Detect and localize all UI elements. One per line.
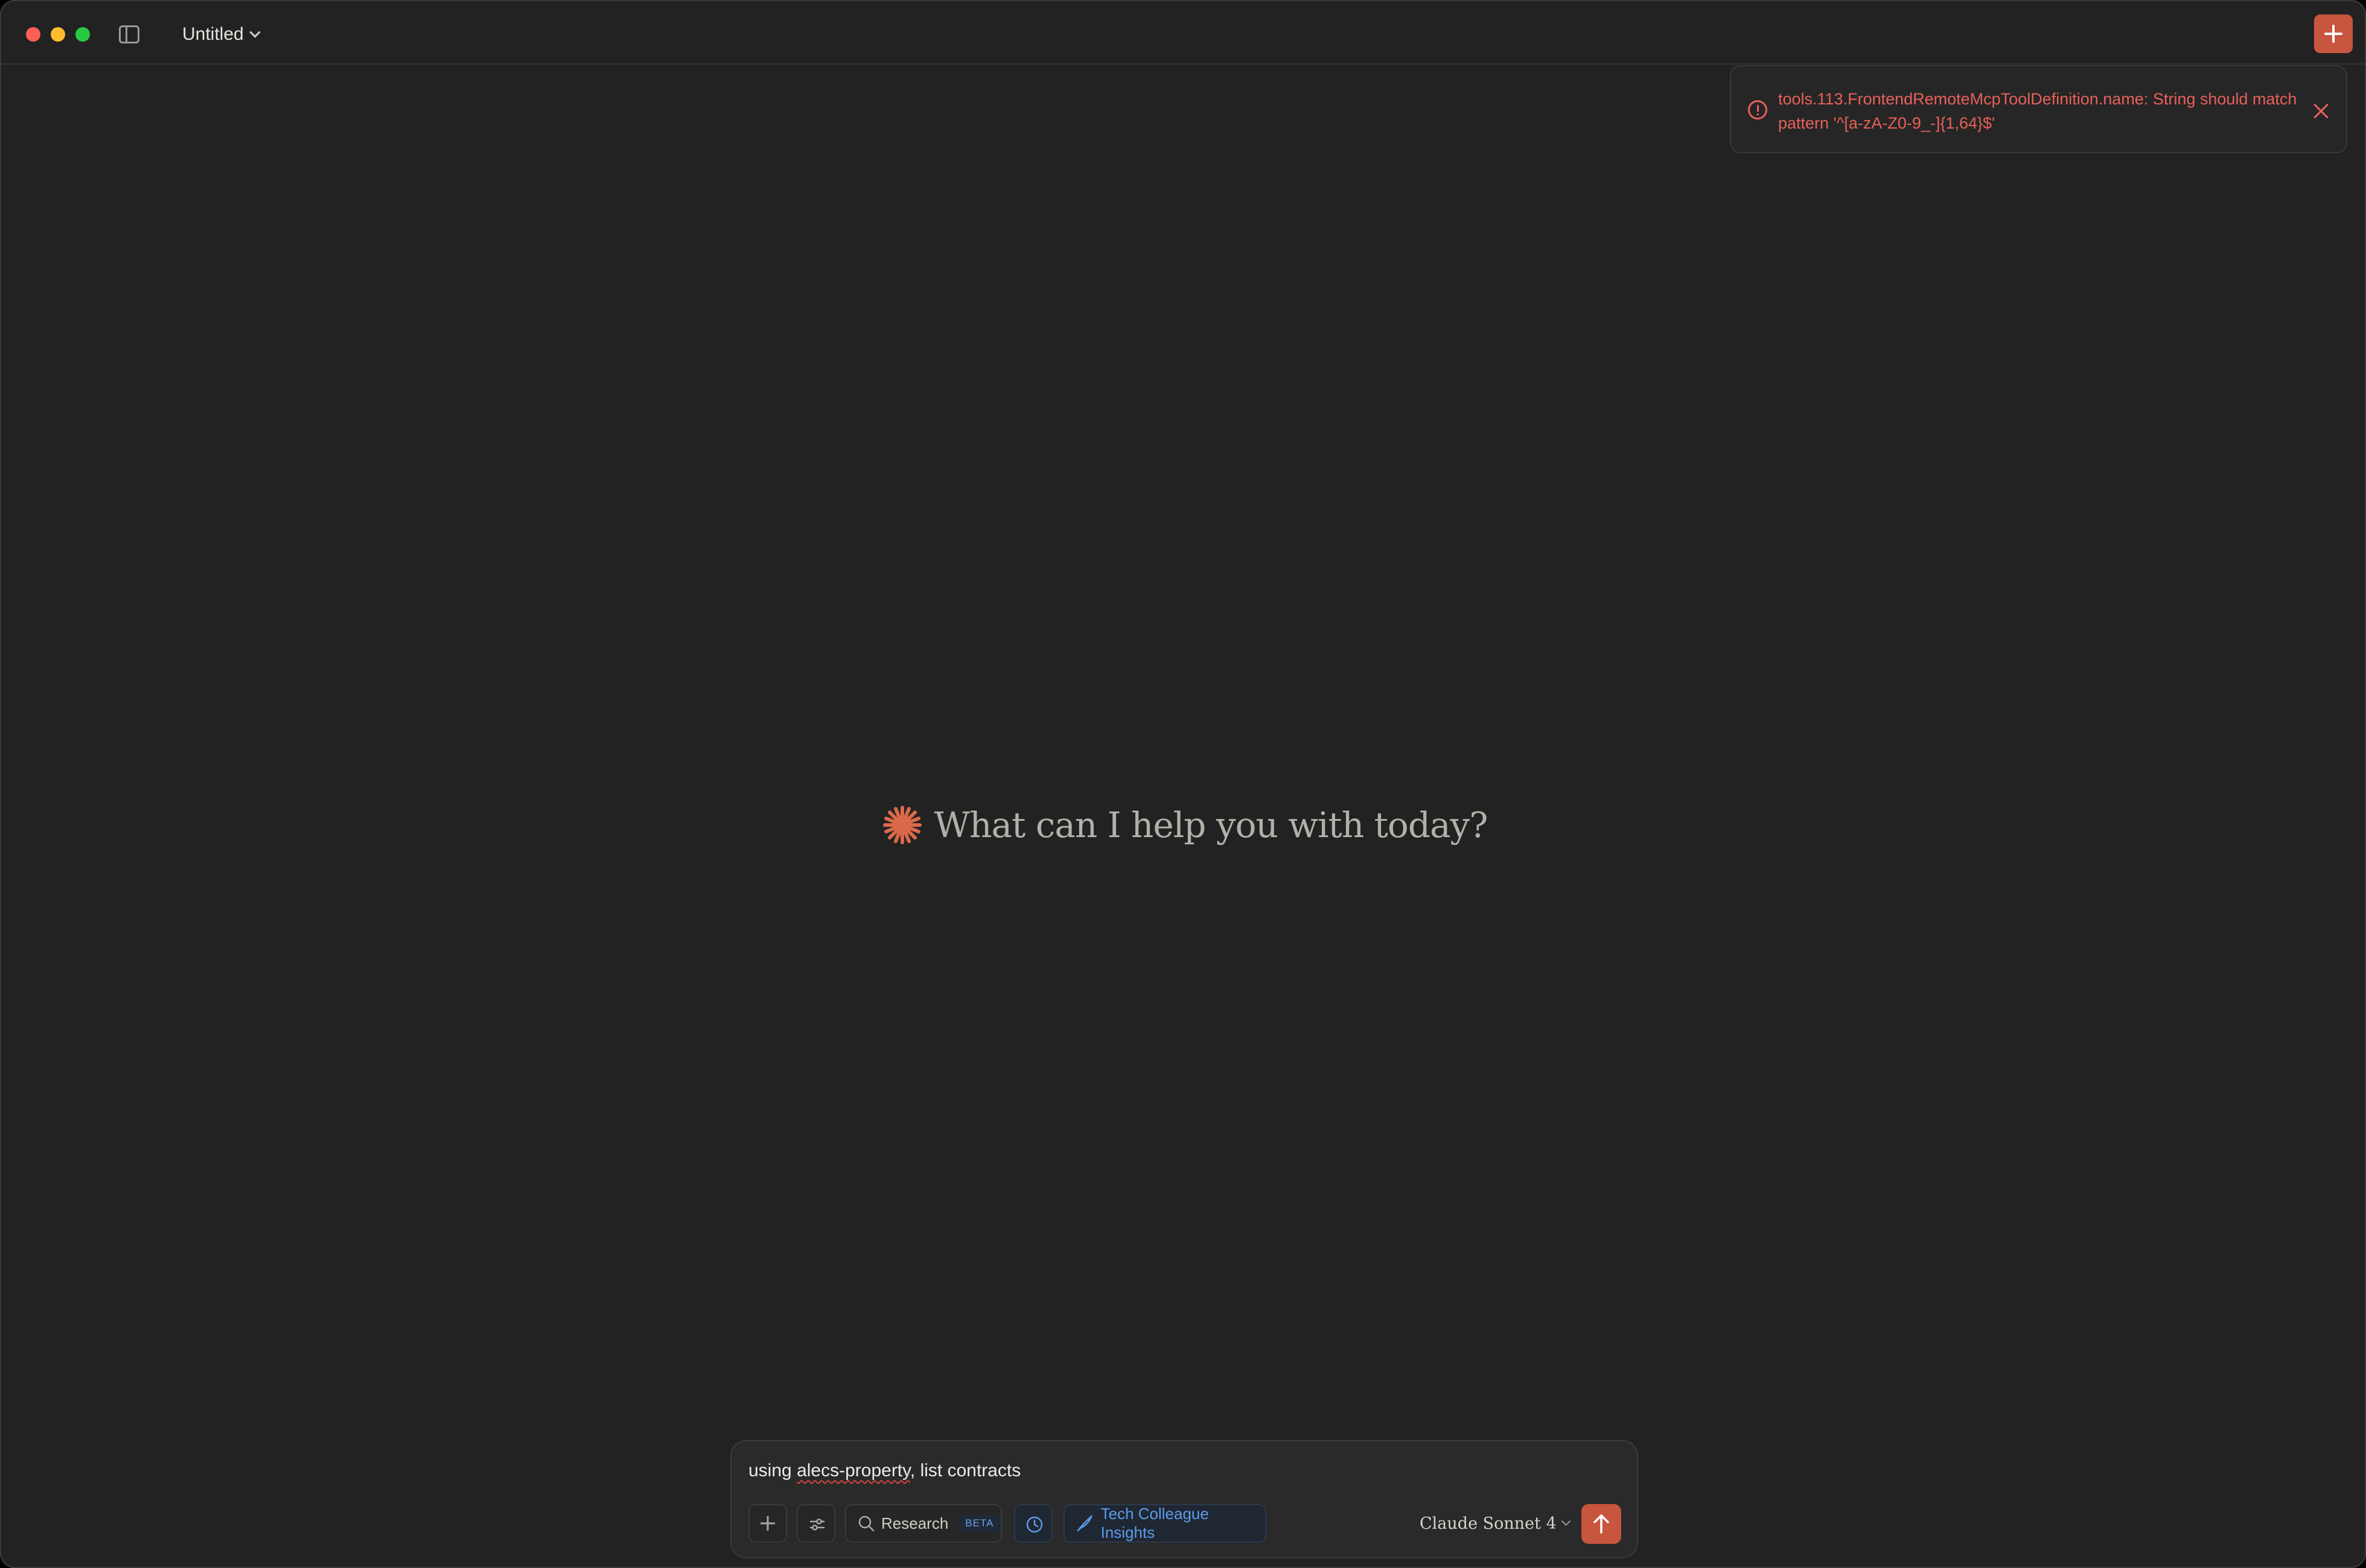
send-button[interactable] bbox=[1581, 1504, 1621, 1544]
input-prefix: using bbox=[748, 1461, 797, 1480]
add-attachment-button[interactable] bbox=[748, 1504, 787, 1543]
chevron-down-icon bbox=[249, 26, 261, 38]
style-selector-button[interactable]: Tech Colleague Insights bbox=[1063, 1504, 1266, 1543]
chat-title-dropdown[interactable]: Untitled bbox=[182, 22, 261, 47]
welcome-heading: What can I help you with today? bbox=[1, 804, 2365, 846]
sidebar-toggle-icon[interactable] bbox=[119, 25, 139, 43]
beta-badge: BETA bbox=[959, 1515, 1000, 1532]
chevron-down-icon bbox=[1561, 1516, 1571, 1526]
minimize-window-button[interactable] bbox=[51, 27, 65, 42]
sliders-icon bbox=[809, 1519, 825, 1531]
research-label: Research bbox=[881, 1514, 949, 1532]
alert-circle-icon bbox=[1748, 100, 1767, 120]
input-misspelled-word: alecs-property bbox=[797, 1461, 910, 1480]
message-composer: using alecs-property, list contracts Res… bbox=[730, 1440, 1638, 1558]
title-bar: Untitled bbox=[1, 1, 2365, 65]
input-suffix: , list contracts bbox=[910, 1461, 1021, 1480]
clock-icon bbox=[1026, 1516, 1043, 1533]
quill-icon bbox=[1077, 1515, 1092, 1532]
close-window-button[interactable] bbox=[26, 27, 40, 42]
error-message: tools.113.FrontendRemoteMcpToolDefinitio… bbox=[1778, 90, 2297, 132]
app-window: Untitled tools.113.FrontendRemoteMcpTool… bbox=[0, 0, 2366, 1568]
style-label: Tech Colleague Insights bbox=[1100, 1505, 1209, 1541]
model-label: Claude Sonnet 4 bbox=[1420, 1514, 1557, 1533]
welcome-text: What can I help you with today? bbox=[934, 805, 1488, 846]
chat-title: Untitled bbox=[182, 24, 244, 44]
error-toast: tools.113.FrontendRemoteMcpToolDefinitio… bbox=[1730, 65, 2347, 153]
model-selector[interactable]: Claude Sonnet 4 bbox=[1420, 1510, 1571, 1537]
message-input[interactable]: using alecs-property, list contracts bbox=[748, 1461, 1533, 1481]
close-toast-icon[interactable] bbox=[2313, 103, 2330, 120]
claude-spark-icon bbox=[882, 806, 922, 844]
arrow-up-icon bbox=[1593, 1514, 1609, 1534]
search-icon bbox=[858, 1515, 875, 1532]
research-button[interactable]: Research BETA bbox=[845, 1504, 1002, 1543]
zoom-window-button[interactable] bbox=[75, 27, 90, 42]
tools-settings-button[interactable] bbox=[797, 1504, 835, 1543]
new-chat-button[interactable] bbox=[2314, 14, 2353, 53]
extended-thinking-button[interactable] bbox=[1014, 1504, 1053, 1543]
